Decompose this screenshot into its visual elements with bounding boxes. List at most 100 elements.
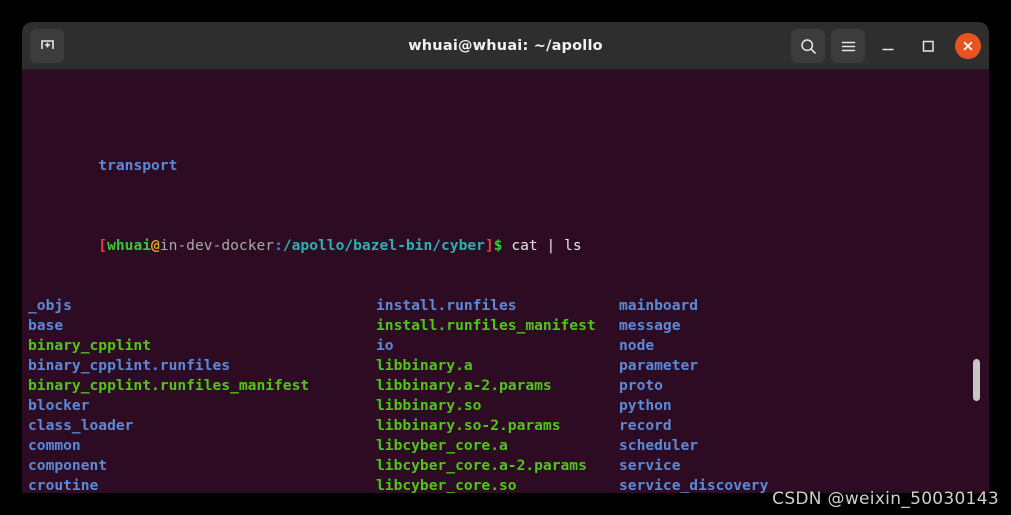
ls-cell: croutine xyxy=(28,476,376,493)
ls-cell: base xyxy=(28,316,376,336)
ls-entry: proto xyxy=(619,377,663,394)
ls-entry: mainboard xyxy=(619,297,699,314)
ls-row: binary_cpplint io node xyxy=(28,336,989,356)
minimize-icon xyxy=(882,48,894,51)
watermark: CSDN @weixin_50030143 xyxy=(772,489,999,509)
prompt-dollar: $ xyxy=(493,237,503,254)
ls-entry: scheduler xyxy=(619,437,699,454)
ls-entry: libcyber_core.so xyxy=(376,477,517,493)
search-button[interactable] xyxy=(791,29,825,63)
hamburger-menu-icon xyxy=(841,41,855,51)
ls-entry: install.runfiles_manifest xyxy=(376,317,596,334)
prompt-colon: : xyxy=(274,237,283,254)
search-icon xyxy=(800,38,816,54)
ls-cell: mainboard xyxy=(619,296,698,316)
prompt-command: cat | ls xyxy=(502,237,582,254)
ls-cell: libcyber_core.a xyxy=(376,436,619,456)
ls-entry: io xyxy=(376,337,394,354)
ls-cell: install.runfiles_manifest xyxy=(376,316,619,336)
ls-entry: install.runfiles xyxy=(376,297,517,314)
ls-output-grid: _objs install.runfiles mainboard base instal… xyxy=(28,296,989,493)
ls-row: binary_cpplint.runfiles libbinary.a parame… xyxy=(28,356,989,376)
ls-cell: record xyxy=(619,416,672,436)
ls-cell: io xyxy=(376,336,619,356)
ls-row: blocker libbinary.so python xyxy=(28,396,989,416)
ls-cell: install.runfiles xyxy=(376,296,619,316)
screen: whuai@whuai: ~/apollo transport [whuai@i… xyxy=(0,0,1011,515)
scrollback-line: transport xyxy=(28,136,989,174)
ls-cell: _objs xyxy=(28,296,376,316)
ls-entry: libcyber_core.a xyxy=(376,437,508,454)
ls-cell: blocker xyxy=(28,396,376,416)
ls-entry: libbinary.so xyxy=(376,397,482,414)
title-bar: whuai@whuai: ~/apollo xyxy=(22,22,989,70)
ls-row: component libcyber_core.a-2.params service xyxy=(28,456,989,476)
ls-entry: libbinary.a-2.params xyxy=(376,377,552,394)
ls-entry: binary_cpplint xyxy=(28,337,152,354)
ls-cell: common xyxy=(28,436,376,456)
ls-cell: class_loader xyxy=(28,416,376,436)
ls-cell: libbinary.so xyxy=(376,396,619,416)
ls-entry: _objs xyxy=(28,297,72,314)
ls-cell: proto xyxy=(619,376,663,396)
prompt-bracket-open: [ xyxy=(98,237,108,254)
title-bar-right-controls xyxy=(791,22,981,70)
minimize-button[interactable] xyxy=(871,29,905,63)
scrollbar-thumb[interactable] xyxy=(973,359,980,401)
terminal-body[interactable]: transport [whuai@in-dev-docker:/apollo/b… xyxy=(22,70,989,493)
ls-cell: python xyxy=(619,396,672,416)
ls-entry: blocker xyxy=(28,397,90,414)
ls-entry: common xyxy=(28,437,81,454)
terminal-scrollbar[interactable] xyxy=(971,70,983,493)
new-tab-button[interactable] xyxy=(30,28,64,63)
ls-entry: service_discovery xyxy=(619,477,769,493)
maximize-icon xyxy=(922,40,934,52)
maximize-button[interactable] xyxy=(911,29,945,63)
ls-row: class_loader libbinary.so-2.params record xyxy=(28,416,989,436)
prompt-user: whuai xyxy=(107,237,152,254)
ls-cell: binary_cpplint.runfiles xyxy=(28,356,376,376)
ls-row: binary_cpplint.runfiles_manifest libbinar… xyxy=(28,376,989,396)
menu-button[interactable] xyxy=(831,29,865,63)
prompt-bracket-close: ] xyxy=(484,237,494,254)
ls-entry: libbinary.a xyxy=(376,357,473,374)
prompt-path: /apollo/bazel-bin/cyber xyxy=(282,237,485,254)
ls-cell: libbinary.a xyxy=(376,356,619,376)
ls-cell: binary_cpplint xyxy=(28,336,376,356)
ls-entry: binary_cpplint.runfiles_manifest xyxy=(28,377,310,394)
ls-entry: python xyxy=(619,397,672,414)
prompt-line: [whuai@in-dev-docker:/apollo/bazel-bin/c… xyxy=(28,216,989,254)
ls-cell: node xyxy=(619,336,654,356)
title-bar-left-controls xyxy=(22,28,64,63)
ls-entry: libbinary.so-2.params xyxy=(376,417,561,434)
ls-row: base install.runfiles_manifest message xyxy=(28,316,989,336)
ls-cell: message xyxy=(619,316,681,336)
ls-entry: croutine xyxy=(28,477,99,493)
ls-cell: libcyber_core.so xyxy=(376,476,619,493)
ls-entry: parameter xyxy=(619,357,699,374)
terminal-window: whuai@whuai: ~/apollo transport [whuai@i… xyxy=(22,22,989,493)
close-button[interactable] xyxy=(955,33,981,59)
ls-row: _objs install.runfiles mainboard xyxy=(28,296,989,316)
ls-cell: component xyxy=(28,456,376,476)
ls-entry: base xyxy=(28,317,64,334)
new-tab-icon xyxy=(40,40,54,49)
ls-cell: scheduler xyxy=(619,436,698,456)
ls-entry: libcyber_core.a-2.params xyxy=(376,457,587,474)
ls-cell: parameter xyxy=(619,356,698,376)
scrollback-entry: transport xyxy=(98,157,178,174)
ls-entry: class_loader xyxy=(28,417,134,434)
ls-entry: service xyxy=(619,457,681,474)
ls-cell: libbinary.so-2.params xyxy=(376,416,619,436)
close-icon xyxy=(963,41,973,51)
ls-entry: record xyxy=(619,417,672,434)
ls-entry: node xyxy=(619,337,655,354)
prompt-host: in-dev-docker xyxy=(159,237,275,254)
ls-entry: message xyxy=(619,317,681,334)
ls-cell: service_discovery xyxy=(619,476,768,493)
ls-row: common libcyber_core.a scheduler xyxy=(28,436,989,456)
ls-entry: component xyxy=(28,457,108,474)
ls-entry: binary_cpplint.runfiles xyxy=(28,357,231,374)
ls-cell: binary_cpplint.runfiles_manifest xyxy=(28,376,376,396)
ls-cell: libbinary.a-2.params xyxy=(376,376,619,396)
